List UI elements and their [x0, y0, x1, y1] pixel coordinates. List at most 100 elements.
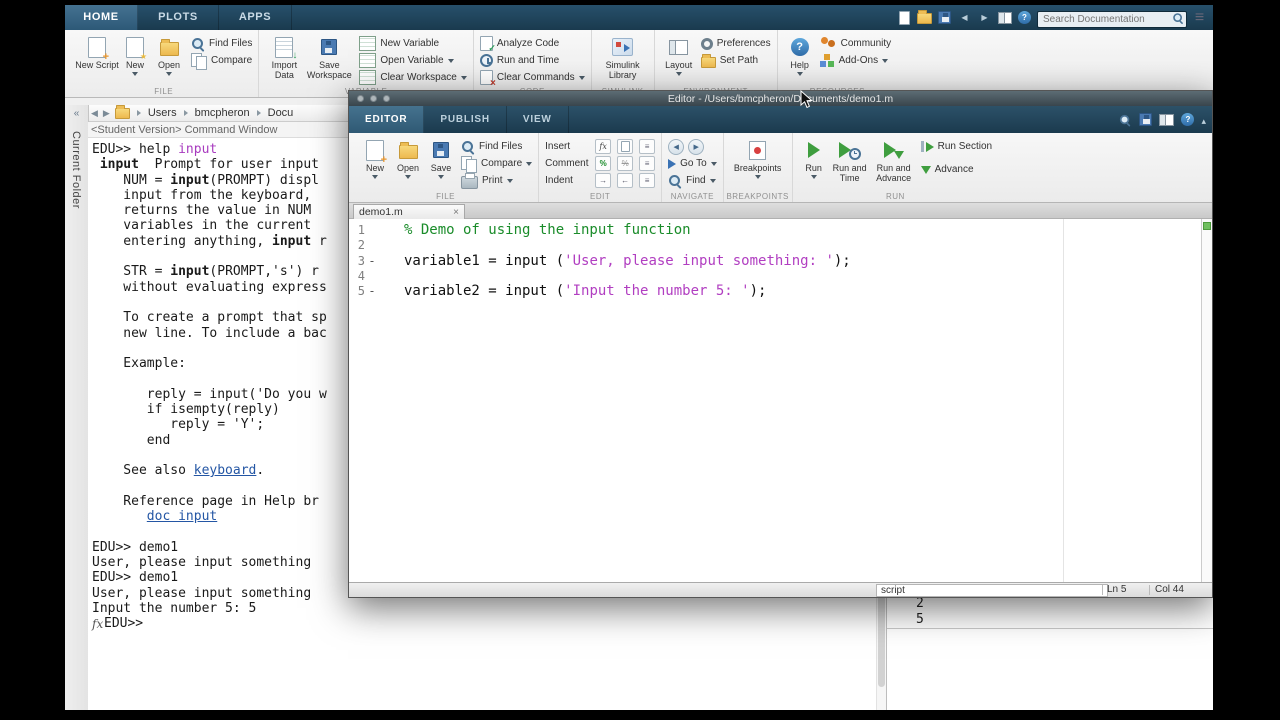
- compare-button[interactable]: Compare: [191, 52, 252, 70]
- tab-plots[interactable]: PLOTS: [138, 5, 219, 30]
- find-files-button[interactable]: Find Files: [191, 36, 252, 51]
- dropdown-arrow-icon: [810, 174, 817, 179]
- line-number[interactable]: 2: [353, 238, 365, 253]
- forward-icon[interactable]: ▶: [103, 108, 110, 119]
- help-icon[interactable]: [1017, 10, 1032, 25]
- back-icon[interactable]: ◀: [91, 108, 98, 119]
- save-workspace-button[interactable]: Save Workspace: [303, 32, 355, 84]
- insert-function-icon[interactable]: [595, 139, 612, 154]
- run-button[interactable]: Run: [799, 135, 829, 187]
- tab-publish[interactable]: PUBLISH: [424, 106, 507, 133]
- code-editor-area[interactable]: 1 % Demo of using the input function 2 3-…: [349, 219, 1212, 582]
- layout-windows-icon[interactable]: [997, 10, 1012, 25]
- search-icon[interactable]: [1172, 12, 1183, 23]
- help-button[interactable]: Help: [784, 32, 816, 84]
- clear-commands-button[interactable]: Clear Commands: [479, 70, 585, 89]
- function-browser-button[interactable]: fx: [92, 617, 103, 632]
- advance-button[interactable]: Advance: [920, 162, 992, 177]
- tab-home[interactable]: HOME: [65, 5, 138, 30]
- run-and-advance-button[interactable]: Run and Advance: [871, 135, 917, 187]
- preferences-button[interactable]: Preferences: [700, 36, 771, 51]
- save-icon[interactable]: [1139, 113, 1153, 126]
- new-script-button[interactable]: New Script: [75, 32, 119, 84]
- comment-icon[interactable]: [595, 156, 612, 171]
- help-icon[interactable]: [1181, 113, 1195, 126]
- collapse-ribbon-icon[interactable]: [1201, 111, 1206, 129]
- line-number[interactable]: 3: [353, 254, 365, 269]
- redo-icon[interactable]: [977, 10, 992, 25]
- split-view-icon[interactable]: [1159, 113, 1175, 126]
- current-folder-strip[interactable]: « Current Folder: [65, 105, 89, 710]
- save-icon[interactable]: [937, 10, 952, 25]
- line-number[interactable]: 4: [353, 269, 365, 284]
- tab-view[interactable]: VIEW: [507, 106, 569, 133]
- indent-left-icon[interactable]: [617, 173, 634, 188]
- forward-icon[interactable]: ▶: [688, 138, 705, 155]
- add-ons-button[interactable]: Add-Ons: [819, 53, 892, 68]
- find-button[interactable]: Find: [668, 173, 717, 188]
- open-button[interactable]: Open: [391, 135, 425, 187]
- help-link[interactable]: doc input: [147, 509, 217, 524]
- new-icon[interactable]: [897, 10, 912, 25]
- executable-line-marker: -: [368, 253, 376, 268]
- breadcrumb-item[interactable]: Docu: [268, 107, 294, 119]
- open-variable-button[interactable]: Open Variable: [359, 53, 467, 68]
- community-button[interactable]: Community: [820, 36, 891, 51]
- button-label: Set Path: [719, 55, 759, 66]
- help-link[interactable]: keyboard: [194, 463, 257, 478]
- collapse-panel-icon[interactable]: «: [65, 108, 88, 119]
- code-line: 3- variable1 = input ('User, please input…: [349, 253, 1212, 269]
- toolbar-menu-icon[interactable]: [1192, 10, 1207, 25]
- go-to-button[interactable]: Go To: [668, 156, 717, 171]
- new-button[interactable]: New: [359, 135, 391, 187]
- breakpoints-button[interactable]: Breakpoints: [730, 135, 786, 187]
- new-variable-button[interactable]: New Variable: [359, 36, 467, 51]
- run-and-time-button[interactable]: Run and Time: [479, 53, 585, 68]
- uncomment-icon[interactable]: [617, 156, 634, 171]
- insert-cell-icon[interactable]: [639, 139, 656, 154]
- compare-button[interactable]: Compare: [461, 155, 533, 173]
- dropdown-arrow-icon: [709, 178, 716, 183]
- simulink-library-button[interactable]: Simulink Library: [598, 32, 648, 84]
- tab-editor[interactable]: EDITOR: [349, 106, 425, 133]
- clear-workspace-button[interactable]: Clear Workspace: [359, 70, 467, 85]
- dropdown-arrow-icon: [438, 174, 444, 179]
- code-ok-indicator[interactable]: [1203, 222, 1211, 230]
- tab-apps[interactable]: APPS: [219, 5, 292, 30]
- search-documentation-input[interactable]: [1037, 11, 1187, 28]
- document-tab-demo1[interactable]: demo1.m: [353, 204, 465, 219]
- run-and-time-button[interactable]: Run and Time: [829, 135, 871, 187]
- compare-icon: [191, 52, 207, 70]
- analyze-code-button[interactable]: Analyze Code: [479, 36, 585, 54]
- undo-icon[interactable]: [957, 10, 972, 25]
- new-button[interactable]: New: [119, 32, 151, 84]
- back-icon[interactable]: ◀: [668, 138, 685, 155]
- button-label: Run: [805, 163, 822, 173]
- up-folder-icon[interactable]: [114, 104, 130, 119]
- simulink-library-icon: [612, 38, 634, 56]
- find-files-button[interactable]: Find Files: [461, 139, 532, 154]
- breadcrumb-item[interactable]: Users: [148, 107, 177, 119]
- insert-section-icon[interactable]: [617, 139, 634, 154]
- close-tab-icon[interactable]: [453, 207, 459, 218]
- open-icon[interactable]: [917, 10, 932, 25]
- open-icon: [159, 39, 179, 56]
- run-section-button[interactable]: Run Section: [921, 139, 992, 154]
- button-label: New: [125, 60, 144, 70]
- print-button[interactable]: Print: [461, 173, 532, 189]
- smart-indent-icon[interactable]: [639, 173, 656, 188]
- layout-button[interactable]: Layout: [661, 32, 697, 84]
- ribbon-group-file: New Script New Open Find Files: [69, 30, 260, 97]
- search-icon[interactable]: [1120, 114, 1132, 126]
- set-path-button[interactable]: Set Path: [700, 53, 771, 68]
- indent-right-icon[interactable]: [595, 173, 612, 188]
- open-button[interactable]: Open: [151, 32, 187, 84]
- comment-block-icon[interactable]: [639, 156, 656, 171]
- line-number[interactable]: 5: [353, 284, 365, 299]
- ribbon-section-label: FILE: [154, 87, 174, 96]
- import-data-button[interactable]: Import Data: [265, 32, 303, 84]
- breadcrumb-item[interactable]: bmcpheron: [195, 107, 250, 119]
- editor-titlebar[interactable]: Editor - /Users/bmcpheron/Documents/demo…: [349, 91, 1212, 106]
- save-button[interactable]: Save: [425, 135, 457, 187]
- line-number[interactable]: 1: [353, 223, 365, 238]
